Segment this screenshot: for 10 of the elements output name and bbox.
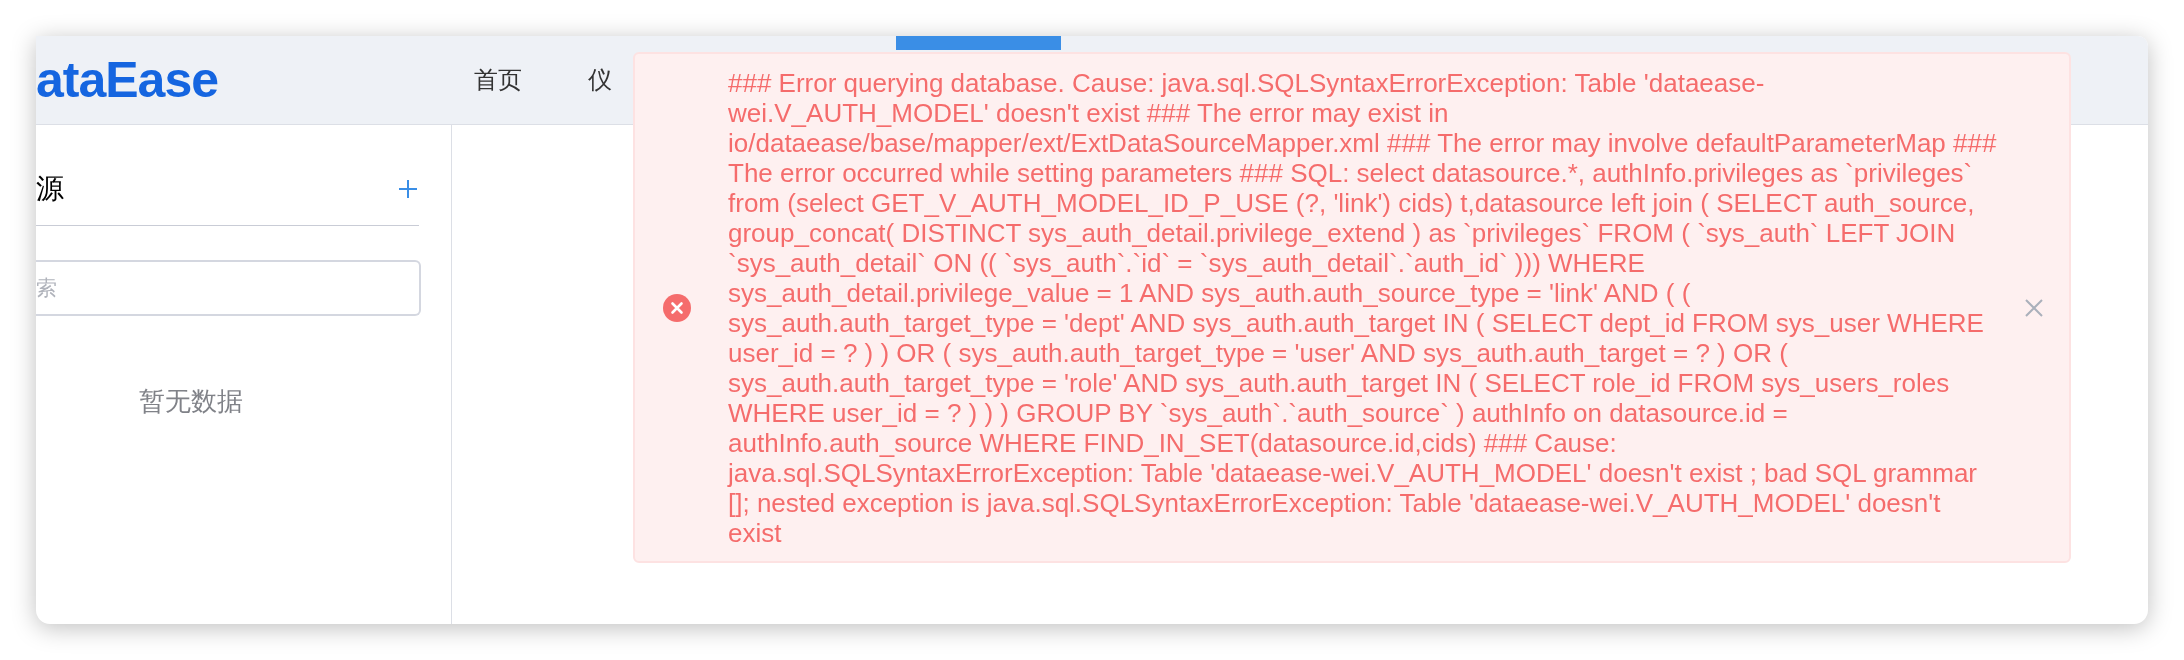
add-icon[interactable] [398,179,418,199]
error-icon [663,293,691,322]
empty-state-text: 暂无数据 [139,385,243,418]
logo[interactable]: ataEase [36,55,440,105]
nav-item[interactable]: 仪 [588,62,612,98]
close-icon[interactable] [2024,297,2044,318]
sidebar-title: 源 [36,172,64,206]
nav-item[interactable]: 首页 [474,62,522,98]
error-text: ### Error querying database. Cause: java.sql.SQLSyntaxErrorException: Table 'dataease-wei.V_AUTH_MODEL' doesn't exist ### The error may exist in io/dataease/base/mapper/ext/ExtDataSourceMapper.xml ### The error may involve defaultParameterMap ### The error occurred while setting parameters ### SQL: select datasource.*, authInfo.privileges as `privileges` from (select GET_V_AUTH_MODEL_ID_P_USE (?, 'link') cids) t,datasource left join ( SELECT auth_source, group_concat( DISTINCT sys_auth_detail.privilege_extend ) as `privileges` FROM ( `sys_auth` LEFT JOIN `sys_auth_detail` ON (( `sys_auth`.`id` = `sys_auth_detail`.`auth_id` ))) WHERE sys_auth_detail.privilege_value = 1 AND sys_auth.auth_source_type = 'link' AND ( ( sys_auth.auth_target_type = 'dept' AND sys_auth.auth_target IN ( SELECT dept_id FROM sys_user WHERE user_id = ? ) ) OR ( sys_auth.auth_target_type = 'user' AND sys_auth.auth_target = ? ) OR ( sys_auth.auth_target_type = 'role' AND sys_auth.auth_target IN ( SELECT role_id FROM sys_users_roles WHERE user_id = ? ) ) ) GROUP BY `sys_auth`.`auth_source` ) authInfo on datasource.id = authInfo.auth_source WHERE FIND_IN_SET(datasource.id,cids) ### Cause: java.sql.SQLSyntaxErrorException: Table 'dataease-wei.V_AUTH_MODEL' doesn't exist ; bad SQL grammar []; nested exception is java.sql.SQLSyntaxErrorException: Table 'dataease-wei.V_AUTH_MODEL' doesn't exist [728,67,1998,548]
search-field[interactable]: 索 [36,260,421,316]
